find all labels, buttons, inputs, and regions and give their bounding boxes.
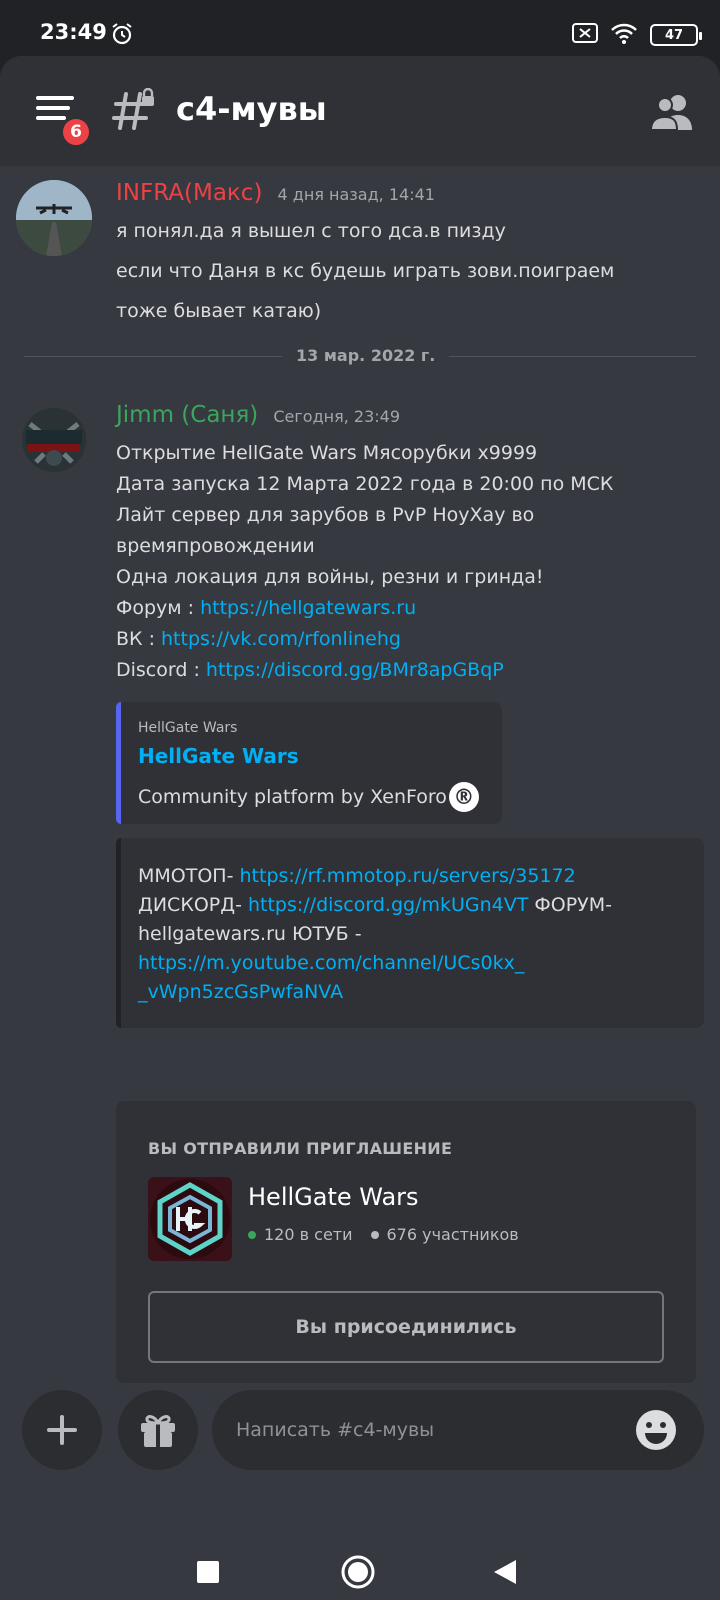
embed-provider: HellGate Wars: [138, 720, 238, 736]
text-embed: ММОТОП- https://rf.mmotop.ru/servers/351…: [116, 838, 704, 1028]
message-line: времяпровождении: [116, 535, 315, 557]
nav-recents-icon[interactable]: [196, 1560, 220, 1588]
message-input-container[interactable]: [212, 1390, 704, 1470]
discord-invite-link[interactable]: https://discord.gg/mkUGn4VT: [248, 894, 528, 916]
plus-icon[interactable]: [22, 1390, 102, 1470]
gift-icon[interactable]: [118, 1390, 198, 1470]
battery-level: 47: [664, 27, 684, 43]
online-count: 120 в сети: [264, 1225, 353, 1244]
joined-button[interactable]: Вы присоединились: [148, 1291, 664, 1363]
date-divider-label: 13 мар. 2022 г.: [282, 346, 450, 365]
embed-title[interactable]: HellGate Wars: [138, 744, 299, 768]
embed-text: ММОТОП-: [138, 865, 240, 887]
message-link-line: Discord : https://discord.gg/BMr8apGBqP: [116, 655, 706, 686]
invite-heading: ВЫ ОТПРАВИЛИ ПРИГЛАШЕНИЕ: [148, 1139, 453, 1158]
message-line: я понял.да я вышел с того дса.в пизду: [116, 220, 506, 242]
youtube-link-cont[interactable]: _vWpn5zcGsPwfaNVA: [138, 981, 343, 1003]
embed-body: ММОТОП- https://rf.mmotop.ru/servers/351…: [138, 862, 688, 1007]
message-line: Открытие HellGate Wars Мясорубки x9999: [116, 442, 538, 464]
message-author[interactable]: Jimm (Саня): [116, 402, 258, 428]
status-time: 23:49: [40, 20, 107, 44]
status-icons: 47: [572, 22, 702, 48]
notification-badge: 6: [60, 116, 92, 148]
link-label: ВК :: [116, 628, 162, 650]
message-link-line: Форум : https://hellgatewars.ru: [116, 593, 706, 624]
link-label: Форум :: [116, 597, 201, 619]
message-link-line: ВК : https://vk.com/rfonlinehg: [116, 624, 706, 655]
avatar[interactable]: [16, 180, 92, 256]
discord-link[interactable]: https://discord.gg/BMr8apGBqP: [206, 659, 504, 681]
embed-description: Community platform by XenForo: [138, 786, 447, 808]
status-bar: 23:49 47: [0, 0, 720, 56]
embed-accent-bar: [116, 702, 121, 824]
message-composer: [0, 1390, 720, 1480]
avatar[interactable]: [16, 402, 92, 478]
member-count: 676 участников: [386, 1225, 519, 1244]
nav-home-icon[interactable]: [340, 1554, 376, 1594]
message-line: тоже бывает катаю): [116, 300, 322, 322]
server-stats: 120 в сети 676 участников: [248, 1225, 519, 1244]
message-line: Лайт сервер для зарубов в PvP НоуХау во: [116, 504, 535, 526]
sim-off-icon: [572, 23, 598, 47]
invite-card: ВЫ ОТПРАВИЛИ ПРИГЛАШЕНИЕ HellGate Wars 1…: [116, 1101, 696, 1383]
server-name: HellGate Wars: [248, 1183, 419, 1211]
embed-text: ФОРУМ-: [528, 894, 612, 916]
embed-text: ДИСКОРД-: [138, 894, 248, 916]
wifi-icon: [610, 22, 638, 48]
online-dot-icon: [248, 1230, 256, 1239]
members-icon[interactable]: [649, 92, 694, 136]
system-nav-bar: [0, 1546, 720, 1600]
message-timestamp: Сегодня, 23:49: [273, 407, 401, 426]
embed-accent-bar: [116, 838, 121, 1028]
message-input[interactable]: [236, 1414, 616, 1446]
channel-locked-icon: [112, 87, 160, 136]
trademark-icon: ®: [448, 782, 479, 812]
link-label: Discord :: [116, 659, 206, 681]
link-embed[interactable]: HellGate Wars HellGate Wars Community pl…: [116, 702, 502, 824]
server-icon[interactable]: [148, 1177, 232, 1261]
message-line: Дата запуска 12 Марта 2022 года в 20:00 …: [116, 473, 614, 495]
emoji-icon[interactable]: [634, 1408, 678, 1456]
embed-description-row: Community platform by XenForo ®: [138, 782, 479, 812]
nav-back-icon[interactable]: [492, 1558, 518, 1590]
message-author[interactable]: INFRA(Макс): [116, 180, 262, 206]
youtube-link[interactable]: https://m.youtube.com/channel/UCs0kx_: [138, 952, 524, 974]
embed-text: hellgatewars.ru ЮТУБ -: [138, 923, 362, 945]
vk-link[interactable]: https://vk.com/rfonlinehg: [161, 628, 401, 650]
message-line: Одна локация для войны, резни и гринда!: [116, 566, 544, 588]
message-line: если что Даня в кс будешь играть зови.по…: [116, 260, 615, 282]
message-timestamp: 4 дня назад, 14:41: [277, 185, 435, 204]
members-dot-icon: [370, 1230, 379, 1239]
channel-header: 6 c4-мувы: [0, 56, 720, 166]
mmotop-link[interactable]: https://rf.mmotop.ru/servers/35172: [240, 865, 576, 887]
channel-title: c4-мувы: [176, 90, 327, 128]
battery-icon: 47: [650, 24, 702, 46]
alarm-icon: [110, 22, 134, 50]
forum-link[interactable]: https://hellgatewars.ru: [200, 597, 416, 619]
app-screen: 6 c4-мувы INFRA(Макс) 4 дня назад, 14:41…: [0, 56, 720, 1600]
